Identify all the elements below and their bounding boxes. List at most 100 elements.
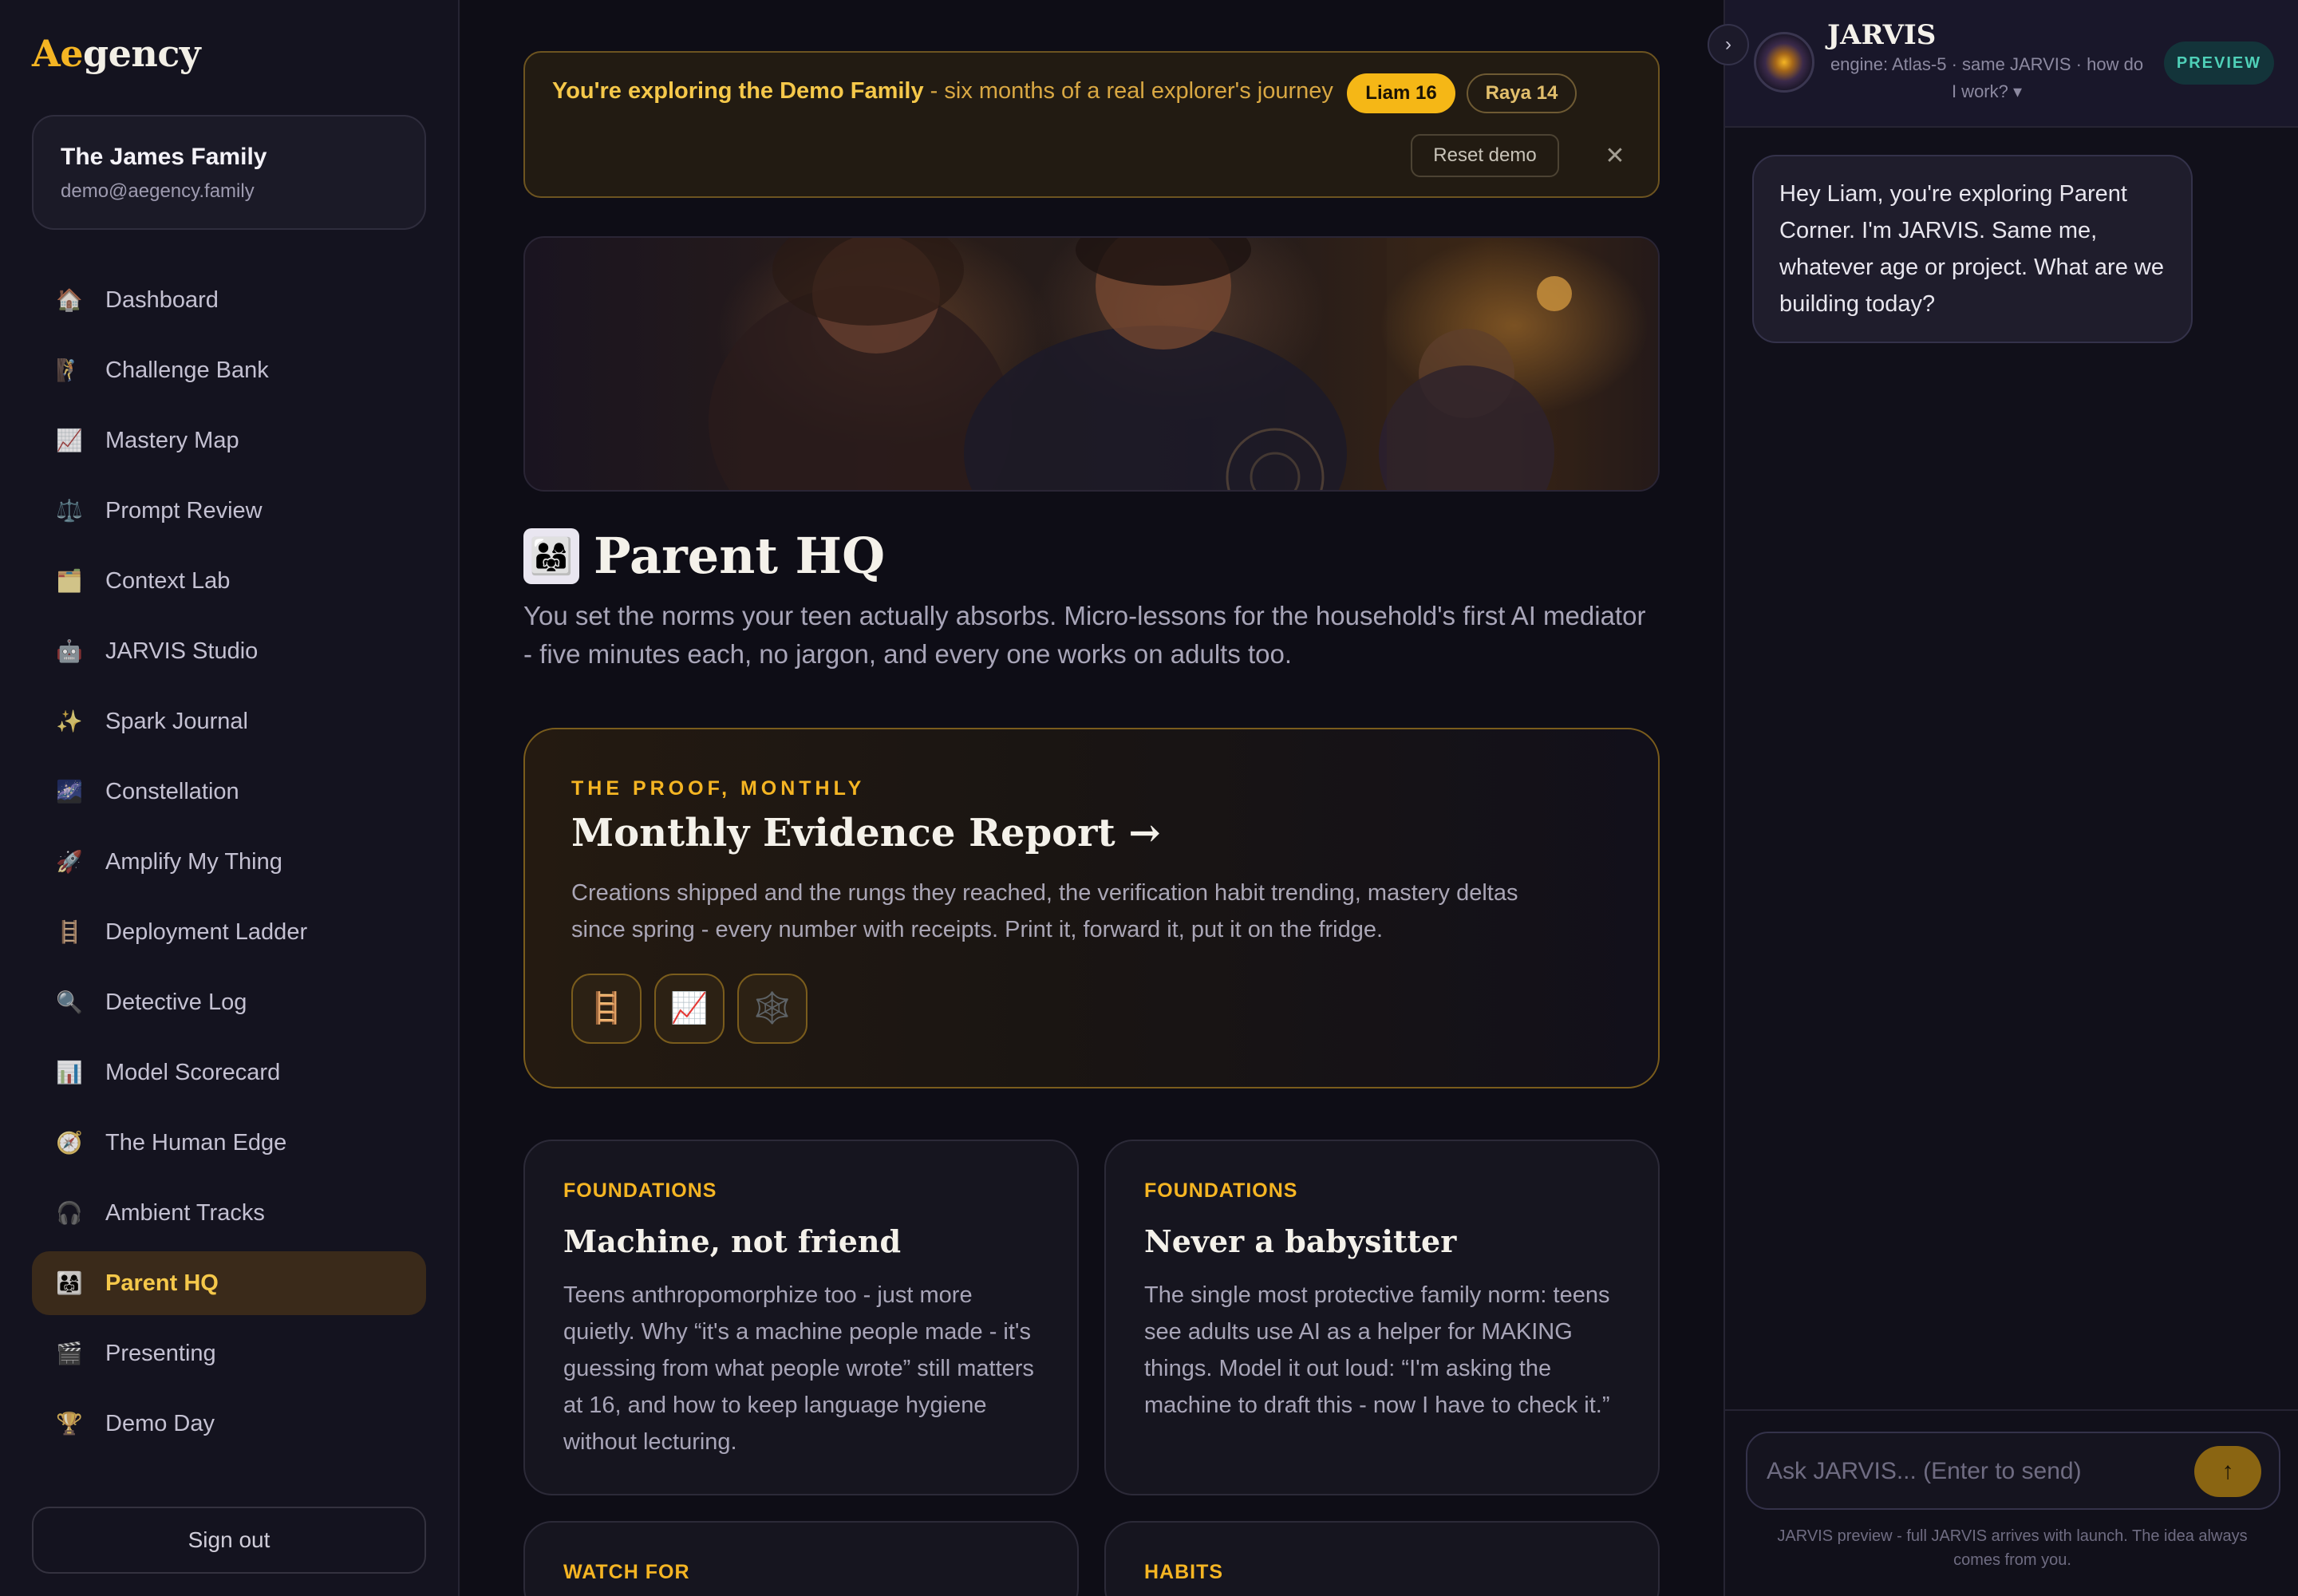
sidebar-item-label: Ambient Tracks [105, 1199, 265, 1226]
sidebar-item-mastery-map[interactable]: 📈 Mastery Map [32, 409, 426, 472]
hero-image [523, 236, 1660, 492]
family-email: demo@aegency.family [61, 180, 255, 202]
preview-badge: PREVIEW [2164, 41, 2274, 85]
house-icon: 🏠 [56, 288, 83, 312]
lesson-card[interactable]: WATCH FOR [523, 1521, 1079, 1596]
sidebar-item-parent-hq[interactable]: 👨‍👩‍👧 Parent HQ [32, 1251, 426, 1315]
collapse-panel-button[interactable]: › [1708, 24, 1749, 65]
reset-demo-button[interactable]: Reset demo [1411, 134, 1559, 177]
trophy-icon: 🏆 [56, 1412, 83, 1436]
sidebar-item-dashboard[interactable]: 🏠 Dashboard [32, 268, 426, 332]
family-icon: 👨‍👩‍👧 [56, 1271, 83, 1295]
demo-banner: You're exploring the Demo Family - six m… [523, 51, 1660, 198]
chat-input-box[interactable]: ↑ [1746, 1432, 2280, 1510]
lesson-category: HABITS [1144, 1561, 1224, 1583]
sidebar-item-prompt-review[interactable]: ⚖️ Prompt Review [32, 479, 426, 543]
app-logo[interactable]: Aegency [32, 32, 201, 75]
rocket-icon: 🚀 [56, 850, 83, 874]
demo-banner-text: You're exploring the Demo Family - six m… [552, 78, 1333, 104]
explorer-pill-raya[interactable]: Raya 14 [1467, 73, 1577, 113]
web-icon: 🕸️ [737, 974, 807, 1044]
sidebar-item-label: Presenting [105, 1340, 216, 1366]
sidebar-item-label: Parent HQ [105, 1270, 219, 1296]
sparkles-icon: ✨ [56, 709, 83, 733]
ladder-icon: 🪜 [571, 974, 642, 1044]
sidebar-item-label: Dashboard [105, 286, 219, 313]
sidebar: Aegency The James Family demo@aegency.fa… [0, 0, 460, 1596]
scales-icon: ⚖️ [56, 499, 83, 523]
sidebar-item-context-lab[interactable]: 🗂️ Context Lab [32, 549, 426, 613]
chart-up-icon: 📈 [56, 429, 83, 452]
bar-chart-icon: 📊 [56, 1061, 83, 1084]
sidebar-item-label: Model Scorecard [105, 1059, 281, 1085]
report-description: Creations shipped and the rungs they rea… [571, 880, 1518, 942]
sidebar-item-jarvis-studio[interactable]: 🤖 JARVIS Studio [32, 619, 426, 683]
sidebar-item-label: Mastery Map [105, 427, 239, 453]
lesson-category: WATCH FOR [563, 1561, 690, 1583]
page-title: 👨‍👩‍👧 Parent HQ [523, 527, 885, 585]
sidebar-item-ambient-tracks[interactable]: 🎧 Ambient Tracks [32, 1181, 426, 1245]
sidebar-item-constellation[interactable]: 🌌 Constellation [32, 760, 426, 824]
sidebar-item-spark-journal[interactable]: ✨ Spark Journal [32, 689, 426, 753]
sidebar-item-label: Demo Day [105, 1410, 215, 1436]
sidebar-item-label: Deployment Ladder [105, 918, 308, 945]
sidebar-item-model-scorecard[interactable]: 📊 Model Scorecard [32, 1041, 426, 1104]
jarvis-name: JARVIS [1827, 19, 1937, 51]
chart-up-icon: 📈 [654, 974, 725, 1044]
robot-icon: 🤖 [56, 639, 83, 663]
explorer-pill-liam[interactable]: Liam 16 [1347, 73, 1455, 113]
jarvis-panel: JARVIS engine: Atlas-5 · same JARVIS · h… [1708, 0, 2298, 1596]
sidebar-item-label: The Human Edge [105, 1129, 287, 1156]
headphones-icon: 🎧 [56, 1201, 83, 1225]
sidebar-item-deployment-ladder[interactable]: 🪜 Deployment Ladder [32, 900, 426, 964]
page-subtitle: You set the norms your teen actually abs… [523, 601, 1646, 669]
sidebar-nav: 🏠 Dashboard 🧗 Challenge Bank 📈 Mastery Map … [32, 268, 426, 1462]
chat-input[interactable] [1767, 1451, 2182, 1492]
sidebar-item-label: Constellation [105, 778, 239, 804]
report-eyebrow: THE PROOF, MONTHLY [571, 777, 866, 800]
monthly-evidence-report-card[interactable]: THE PROOF, MONTHLY Monthly Evidence Repo… [523, 728, 1660, 1088]
magnifier-icon: 🔍 [56, 990, 83, 1014]
sidebar-item-presenting[interactable]: 🎬 Presenting [32, 1321, 426, 1385]
sidebar-item-label: Amplify My Thing [105, 848, 282, 875]
engine-info-toggle[interactable]: engine: Atlas-5 · same JARVIS · how do I… [1827, 51, 2146, 105]
lesson-card[interactable]: HABITS [1104, 1521, 1660, 1596]
sidebar-item-label: Challenge Bank [105, 357, 269, 383]
sidebar-item-label: Spark Journal [105, 708, 248, 734]
sidebar-item-label: JARVIS Studio [105, 638, 259, 664]
lesson-description: The single most protective family norm: … [1144, 1282, 1610, 1418]
climber-icon: 🧗 [56, 358, 83, 382]
family-icon: 👨‍👩‍👧 [523, 527, 579, 584]
send-button[interactable]: ↑ [2194, 1446, 2261, 1497]
sidebar-item-label: Context Lab [105, 567, 231, 594]
jarvis-avatar [1754, 32, 1814, 93]
sign-out-button[interactable]: Sign out [32, 1507, 426, 1574]
sidebar-item-label: Prompt Review [105, 497, 263, 523]
clapper-icon: 🎬 [56, 1341, 83, 1365]
report-title[interactable]: Monthly Evidence Report → [571, 811, 1161, 855]
lesson-category: FOUNDATIONS [1144, 1179, 1298, 1202]
family-card[interactable]: The James Family demo@aegency.family [32, 115, 426, 230]
jarvis-message: Hey Liam, you're exploring Parent Corner… [1752, 155, 2193, 343]
lesson-card[interactable]: FOUNDATIONS Never a babysitter The singl… [1104, 1140, 1660, 1495]
sidebar-item-challenge-bank[interactable]: 🧗 Challenge Bank [32, 338, 426, 402]
lesson-title: Machine, not friend [563, 1223, 902, 1259]
family-illustration [709, 238, 1658, 490]
sidebar-item-detective-log[interactable]: 🔍 Detective Log [32, 970, 426, 1034]
ladder-icon: 🪜 [56, 920, 83, 944]
main-content: You're exploring the Demo Family - six m… [461, 0, 1724, 1596]
close-icon[interactable]: ✕ [1599, 134, 1631, 177]
sidebar-item-label: Detective Log [105, 989, 247, 1015]
sidebar-item-demo-day[interactable]: 🏆 Demo Day [32, 1392, 426, 1456]
compass-icon: 🧭 [56, 1131, 83, 1155]
sidebar-item-human-edge[interactable]: 🧭 The Human Edge [32, 1111, 426, 1175]
family-name: The James Family [61, 144, 267, 170]
chat-composer: ↑ JARVIS preview - full JARVIS arrives w… [1725, 1409, 2298, 1596]
lesson-card[interactable]: FOUNDATIONS Machine, not friend Teens an… [523, 1140, 1079, 1495]
sidebar-item-amplify[interactable]: 🚀 Amplify My Thing [32, 830, 426, 894]
lesson-description: Teens anthropomorphize too - just more q… [563, 1282, 1034, 1455]
jarvis-footer-note: JARVIS preview - full JARVIS arrives wit… [1777, 1527, 2248, 1569]
jarvis-header: JARVIS engine: Atlas-5 · same JARVIS · h… [1725, 0, 2298, 128]
folder-icon: 🗂️ [56, 569, 83, 593]
lesson-title: Never a babysitter [1144, 1223, 1457, 1259]
